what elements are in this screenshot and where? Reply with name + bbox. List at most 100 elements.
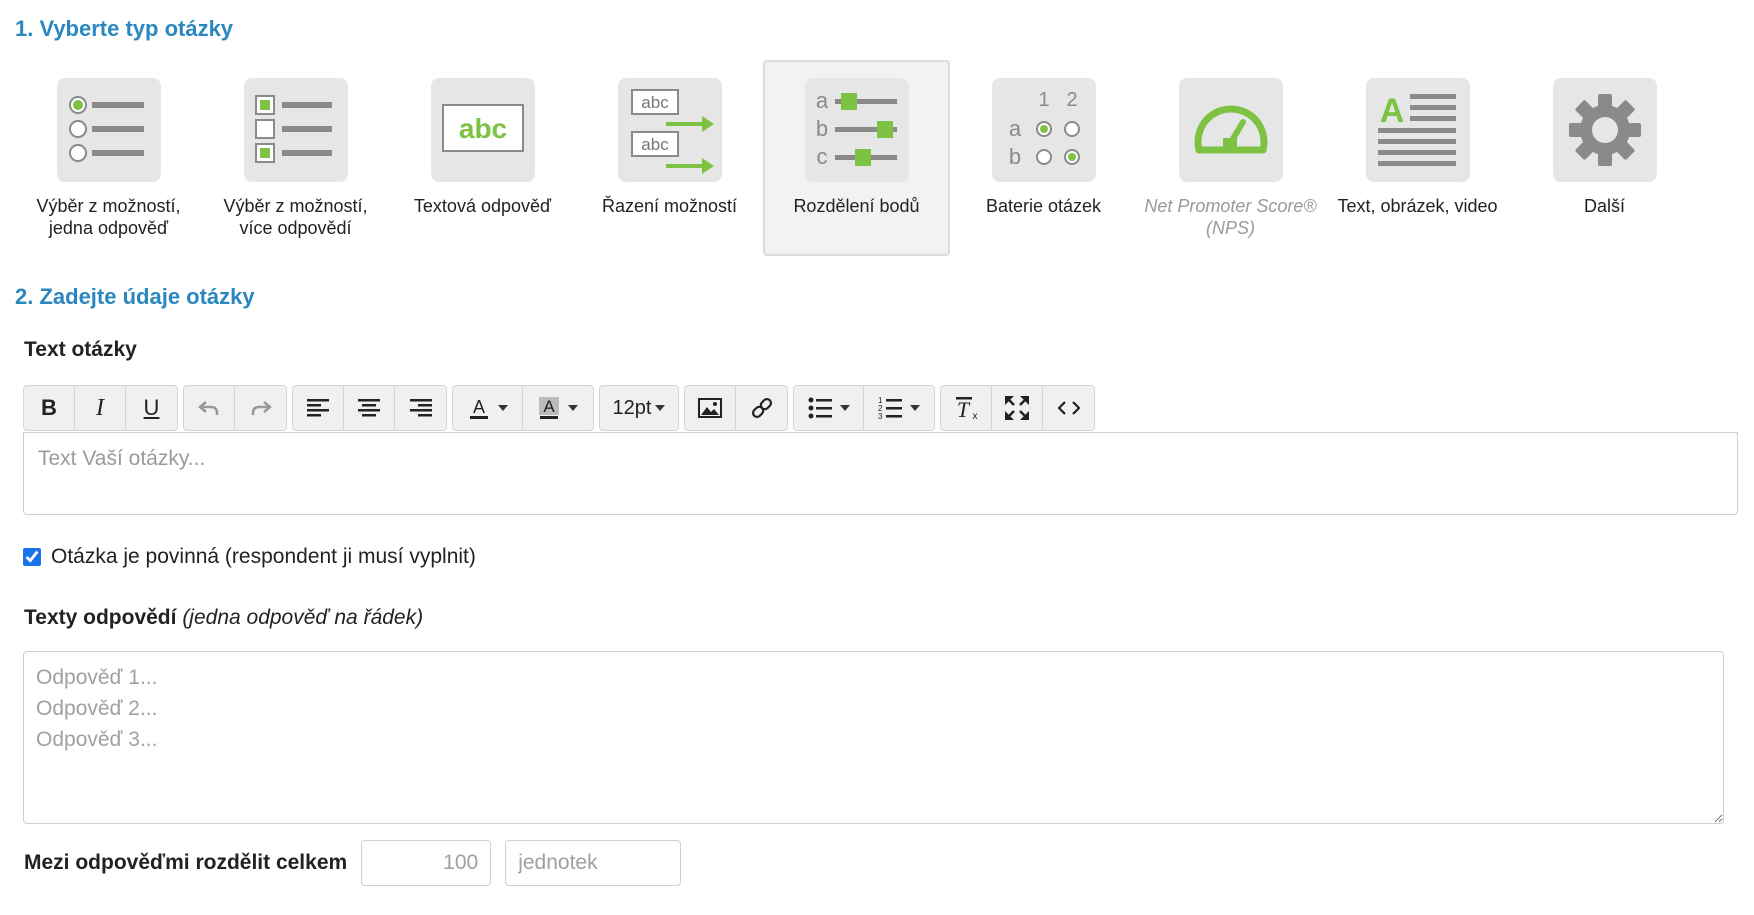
align-center-button[interactable] [344, 386, 395, 430]
underline-button[interactable]: U [126, 386, 177, 430]
bold-button[interactable]: B [24, 386, 75, 430]
align-center-icon [358, 399, 380, 417]
text-image-video-icon: A [1365, 78, 1470, 182]
total-unit-input[interactable] [505, 840, 682, 886]
qtype-multiple-choice[interactable]: Výběr z možností, více odpovědí [202, 60, 389, 256]
fullscreen-icon [1005, 396, 1029, 420]
b-letter: b [815, 116, 827, 141]
step2-title: 2. Zadejte údaje otázky [15, 284, 255, 309]
abc-text: abc [458, 113, 506, 144]
abc-text: abc [641, 93, 669, 112]
editor-toolbar: B I U A A 12pt 1 2 3 T x [23, 385, 1100, 431]
qtype-label: Výběr z možností, více odpovědí [223, 196, 368, 238]
format-group: B I U [23, 385, 178, 431]
background-color-icon: A [539, 397, 559, 419]
color-group: A A [452, 385, 594, 431]
qtype-label: Řazení možností [601, 196, 738, 216]
italic-button[interactable]: I [75, 386, 126, 430]
answers-textarea[interactable] [23, 651, 1724, 824]
align-right-button[interactable] [395, 386, 446, 430]
redo-icon [251, 401, 272, 415]
qtype-question-matrix[interactable]: 1 2 a b Baterie otázek [950, 60, 1137, 256]
bold-icon: B [41, 395, 57, 420]
col-2: 2 [1066, 89, 1077, 111]
total-value-input[interactable] [361, 840, 492, 886]
source-code-button[interactable] [1043, 386, 1094, 430]
ranking-icon: abc abc [617, 78, 722, 182]
clear-format-button[interactable]: T x [941, 386, 992, 430]
text-color-icon: A [469, 397, 488, 419]
qtype-nps[interactable]: Net Promoter Score® (NPS) [1137, 60, 1324, 256]
font-size-group: 12pt [599, 385, 679, 431]
redo-button[interactable] [235, 386, 286, 430]
single-choice-icon [56, 78, 161, 182]
background-color-button[interactable]: A [523, 386, 593, 430]
align-right-icon [409, 399, 432, 417]
numbered-list-icon: 1 2 3 [878, 396, 902, 420]
align-group [292, 385, 447, 431]
text-answer-icon: abc [430, 78, 535, 182]
clear-format-icon: T x [956, 397, 978, 420]
gauge-icon [1178, 78, 1283, 182]
question-type-list: Výběr z možností, jedna odpověď Výběr z … [15, 60, 1698, 256]
font-size-select[interactable]: 12pt [600, 386, 678, 430]
italic-icon: I [96, 394, 104, 421]
multiple-choice-icon [243, 78, 348, 182]
a-letter: a [815, 88, 828, 113]
qtype-label: Výběr z možností, jedna odpověď [36, 196, 181, 238]
numbered-list-button[interactable]: 1 2 3 [864, 386, 934, 430]
total-row: Mezi odpověďmi rozdělit celkem [24, 840, 682, 886]
big-a: A [1379, 92, 1404, 130]
insert-image-button[interactable] [685, 386, 736, 430]
fullscreen-button[interactable] [992, 386, 1043, 430]
row-a: a [1008, 116, 1021, 141]
bullet-list-icon [808, 397, 832, 419]
step1-title: 1. Vyberte typ otázky [15, 16, 234, 41]
point-distribution-icon: a b c [804, 78, 909, 182]
align-left-icon [307, 399, 329, 417]
svg-text:T: T [957, 397, 971, 420]
answers-hint: (jedna odpověď na řádek) [182, 606, 424, 629]
qtype-ranking[interactable]: abc abc Řazení možností [576, 60, 763, 256]
gear-icon [1552, 78, 1657, 182]
required-checkbox[interactable] [23, 548, 41, 566]
qtype-more[interactable]: Další [1511, 60, 1698, 256]
question-text-editor[interactable]: Text Vaší otázky... [23, 432, 1738, 515]
qtype-label: Další [1583, 196, 1625, 216]
svg-text:3: 3 [878, 412, 883, 420]
insert-link-button[interactable] [736, 386, 787, 430]
qtype-single-choice[interactable]: Výběr z možností, jedna odpověď [15, 60, 202, 256]
qtype-point-distribution[interactable]: a b c Rozdělení bodů [763, 60, 950, 256]
bullet-list-button[interactable] [794, 386, 864, 430]
question-text-label: Text otázky [24, 338, 137, 361]
qtype-label: Baterie otázek [985, 196, 1102, 216]
abc-text: abc [641, 135, 669, 154]
svg-text:A: A [543, 397, 555, 416]
text-color-button[interactable]: A [453, 386, 523, 430]
qtype-text-image-video[interactable]: A Text, obrázek, video [1324, 60, 1511, 256]
chevron-down-icon [497, 405, 508, 411]
chevron-down-icon [568, 405, 578, 411]
qtype-label: Textová odpověď [413, 196, 552, 216]
editor-placeholder: Text Vaší otázky... [38, 447, 206, 470]
qtype-text-answer[interactable]: abc Textová odpověď [389, 60, 576, 256]
required-label: Otázka je povinná (respondent ji musí vy… [51, 545, 476, 568]
chevron-down-icon [655, 405, 666, 411]
history-group [183, 385, 287, 431]
link-icon [751, 397, 772, 419]
align-left-button[interactable] [293, 386, 344, 430]
required-checkbox-row[interactable]: Otázka je povinná (respondent ji musí vy… [23, 545, 476, 569]
qtype-label: Rozdělení bodů [793, 196, 920, 216]
undo-button[interactable] [184, 386, 235, 430]
question-matrix-icon: 1 2 a b [991, 78, 1096, 182]
answers-label: Texty odpovědí (jedna odpověď na řádek) [24, 606, 423, 630]
chevron-down-icon [839, 405, 850, 411]
total-label: Mezi odpověďmi rozdělit celkem [24, 851, 348, 874]
row-b: b [1008, 144, 1020, 169]
qtype-label: Net Promoter Score® (NPS) [1144, 196, 1317, 238]
insert-group [684, 385, 788, 431]
svg-text:x: x [973, 411, 978, 420]
list-group: 1 2 3 [793, 385, 935, 431]
font-size-value: 12pt [612, 396, 652, 419]
col-1: 1 [1038, 89, 1049, 111]
